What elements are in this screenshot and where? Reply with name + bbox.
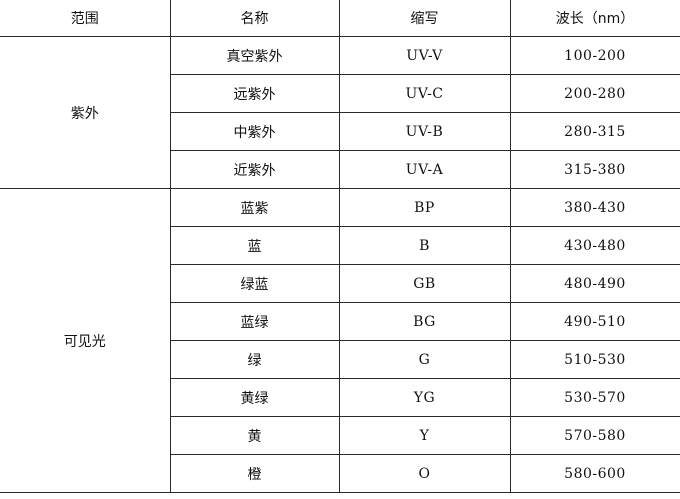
abbr-cell: YG: [338, 378, 511, 417]
abbr-cell: O: [338, 454, 511, 493]
name-cell: 绿蓝: [170, 264, 340, 303]
name-cell: 远紫外: [170, 74, 340, 113]
wavelength-cell: 510-530: [509, 340, 680, 379]
spectrum-table: 范围 名称 缩写 波长（nm） 紫外 真空紫外 UV-V 100-200 远紫外…: [0, 0, 680, 493]
range-visible: 可见光: [0, 188, 171, 493]
header-name: 名称: [169, 0, 340, 37]
wavelength-cell: 530-570: [509, 378, 680, 417]
table-body: 紫外 真空紫外 UV-V 100-200 远紫外 UV-C 200-280 中紫…: [0, 36, 680, 493]
name-cell: 黄绿: [170, 378, 340, 417]
name-cell: 蓝绿: [170, 302, 340, 341]
abbr-cell: BP: [338, 188, 511, 227]
abbr-cell: UV-B: [338, 112, 511, 151]
wavelength-cell: 280-315: [509, 112, 680, 151]
wavelength-cell: 580-600: [509, 454, 680, 493]
table-row: 可见光 蓝紫 BP 380-430: [0, 188, 680, 493]
wavelength-cell: 480-490: [509, 264, 680, 303]
name-cell: 黄: [170, 416, 340, 455]
abbr-cell: UV-V: [338, 36, 511, 75]
wavelength-cell: 100-200: [509, 36, 680, 75]
header-row: 范围 名称 缩写 波长（nm）: [0, 0, 680, 37]
table-header: 范围 名称 缩写 波长（nm）: [0, 0, 680, 37]
header-range: 范围: [0, 0, 171, 37]
abbr-cell: GB: [338, 264, 511, 303]
wavelength-cell: 315-380: [509, 150, 680, 189]
wavelength-cell: 570-580: [509, 416, 680, 455]
name-cell: 中紫外: [170, 112, 340, 151]
name-cell: 近紫外: [170, 150, 340, 189]
wavelength-cell: 430-480: [509, 226, 680, 265]
wavelength-cell: 380-430: [509, 188, 680, 227]
name-cell: 真空紫外: [169, 36, 340, 75]
name-cell: 绿: [170, 340, 340, 379]
table-row: 紫外 真空紫外 UV-V 100-200: [0, 36, 680, 189]
abbr-cell: G: [338, 340, 511, 379]
wavelength-cell: 490-510: [509, 302, 680, 341]
name-cell: 蓝: [170, 226, 340, 265]
abbr-cell: B: [338, 226, 511, 265]
abbr-cell: Y: [338, 416, 511, 455]
wavelength-cell: 200-280: [509, 74, 680, 113]
header-wavelength: 波长（nm）: [509, 0, 680, 37]
abbr-cell: BG: [338, 302, 511, 341]
name-cell: 蓝紫: [169, 188, 340, 227]
range-uv: 紫外: [0, 36, 171, 189]
name-cell: 橙: [170, 454, 340, 493]
header-abbr: 缩写: [338, 0, 511, 37]
abbr-cell: UV-C: [338, 74, 511, 113]
abbr-cell: UV-A: [338, 150, 511, 189]
